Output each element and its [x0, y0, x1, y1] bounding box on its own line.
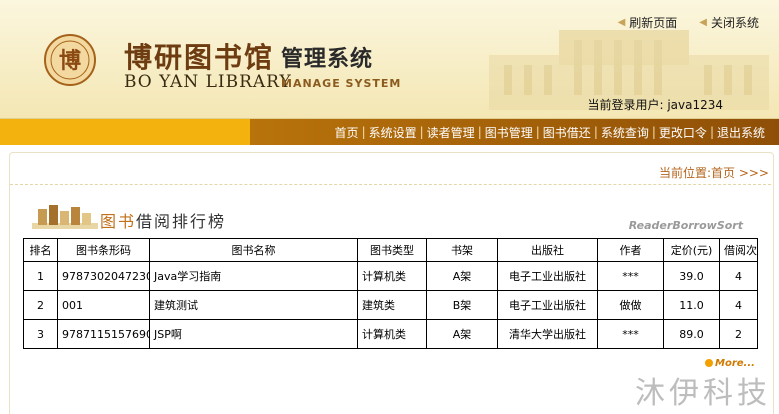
current-user-label: 当前登录用户: [587, 98, 664, 112]
section-title: 图书借阅排行榜 [100, 208, 226, 232]
nav-items: 首页 | 系统设置 | 读者管理 | 图书管理 | 图书借还 | 系统查询 | 更改口令 | 退出系统 [335, 119, 765, 145]
cell-book-name: 建筑测试 [149, 290, 358, 320]
cell-barcode: 9787115157690 [57, 319, 150, 349]
nav-separator: | [419, 125, 424, 139]
table-row: 1 9787302047230 Java学习指南 计算机类 A架 电子工业出版社 *** 39… [23, 261, 758, 291]
books-icon [32, 205, 98, 229]
cell-author: *** [597, 319, 664, 349]
col-barcode: 图书条形码 [57, 238, 150, 262]
refresh-page-link[interactable]: ◀ 刷新页面 [618, 14, 678, 31]
current-user-name: java1234 [667, 98, 723, 112]
table-header-row: 排名 图书条形码 图书名称 图书类型 书架 出版社 作者 定价(元) 借阅次数 [23, 238, 758, 262]
nav-separator: | [535, 125, 540, 139]
cell-book-type: 计算机类 [357, 319, 427, 349]
refresh-page-label: 刷新页面 [629, 16, 678, 30]
cell-price: 39.0 [663, 261, 720, 291]
page: ◀ 刷新页面 ◀ 关闭系统 博 博研图书馆 管理系统 BO YAN LIBRAR… [0, 0, 779, 414]
nav-separator: | [361, 125, 366, 139]
breadcrumb-divider [10, 184, 771, 185]
nav-item-system-settings[interactable]: 系统设置 [369, 124, 417, 141]
cell-shelf: B架 [426, 290, 498, 320]
section-title-rest: 借阅排行榜 [136, 212, 227, 231]
nav-item-reader-management[interactable]: 读者管理 [427, 124, 475, 141]
cell-shelf: A架 [426, 261, 498, 291]
refresh-icon: ◀ [617, 17, 626, 28]
cell-shelf: A架 [426, 319, 498, 349]
table-body: 1 9787302047230 Java学习指南 计算机类 A架 电子工业出版社 *** 39… [23, 261, 758, 349]
breadcrumb: 当前位置:首页 >>> [658, 166, 769, 180]
svg-text:博: 博 [59, 48, 81, 74]
cell-borrow-count: 4 [719, 290, 758, 320]
table-row: 2 001 建筑测试 建筑类 B架 电子工业出版社 做做 11.0 4 [23, 290, 758, 320]
cell-author: *** [597, 261, 664, 291]
nav-separator: | [709, 125, 714, 139]
top-links: ◀ 刷新页面 ◀ 关闭系统 [618, 14, 759, 31]
cell-book-type: 建筑类 [357, 290, 427, 320]
current-user: 当前登录用户: java1234 [587, 96, 723, 113]
section-title-en: ReaderBorrowSort [628, 219, 743, 232]
cell-price: 89.0 [663, 319, 720, 349]
col-book-name: 图书名称 [149, 238, 358, 262]
nav-item-change-password[interactable]: 更改口令 [659, 124, 707, 141]
col-price: 定价(元) [663, 238, 720, 262]
watermark: 沐伊科技 [635, 376, 771, 411]
table-row: 3 9787115157690 JSP啊 计算机类 A架 清华大学出版社 *** 89.0 2 [23, 319, 758, 349]
cell-rank: 2 [23, 290, 58, 320]
nav-separator: | [477, 125, 482, 139]
col-shelf: 书架 [426, 238, 498, 262]
nav-item-book-management[interactable]: 图书管理 [485, 124, 533, 141]
main-nav: 首页 | 系统设置 | 读者管理 | 图书管理 | 图书借还 | 系统查询 | 更改口令 | 退出系统 [0, 119, 779, 145]
cell-book-name: JSP啊 [149, 319, 358, 349]
cell-barcode: 001 [57, 290, 150, 320]
col-book-type: 图书类型 [357, 238, 427, 262]
nav-item-system-query[interactable]: 系统查询 [601, 124, 649, 141]
col-borrow-count: 借阅次数 [719, 238, 758, 262]
close-system-label: 关闭系统 [710, 16, 759, 30]
cell-author: 做做 [597, 290, 664, 320]
cell-book-name: Java学习指南 [149, 261, 358, 291]
cell-borrow-count: 4 [719, 261, 758, 291]
brand-manage-system: 管理系统 [281, 47, 374, 72]
nav-item-logout[interactable]: 退出系统 [717, 124, 765, 141]
col-rank: 排名 [23, 238, 58, 262]
cell-publisher: 电子工业出版社 [497, 261, 598, 291]
borrow-ranking-table: 排名 图书条形码 图书名称 图书类型 书架 出版社 作者 定价(元) 借阅次数 … [23, 238, 758, 349]
header: ◀ 刷新页面 ◀ 关闭系统 博 博研图书馆 管理系统 BO YAN LIBRAR… [0, 0, 779, 119]
cell-book-type: 计算机类 [357, 261, 427, 291]
cell-price: 11.0 [663, 290, 720, 320]
col-publisher: 出版社 [497, 238, 598, 262]
library-seal-logo: 博 [44, 34, 96, 86]
section-title-highlight: 图书 [100, 212, 137, 231]
cell-publisher: 电子工业出版社 [497, 290, 598, 320]
nav-item-book-borrow-return[interactable]: 图书借还 [543, 124, 591, 141]
nav-item-home[interactable]: 首页 [335, 124, 359, 141]
cell-rank: 1 [23, 261, 58, 291]
cell-barcode: 9787302047230 [57, 261, 150, 291]
nav-separator: | [593, 125, 598, 139]
cell-borrow-count: 2 [719, 319, 758, 349]
brand-name-cn: 博研图书馆 [124, 41, 275, 74]
brand-manage-system-en: MANAGE SYSTEM [281, 77, 402, 90]
nav-separator: | [651, 125, 656, 139]
col-author: 作者 [597, 238, 664, 262]
close-icon: ◀ [699, 17, 707, 28]
cell-publisher: 清华大学出版社 [497, 319, 598, 349]
cell-rank: 3 [23, 319, 58, 349]
close-system-link[interactable]: ◀ 关闭系统 [699, 14, 759, 31]
brand-name-en: BO YAN LIBRARY [124, 72, 292, 92]
